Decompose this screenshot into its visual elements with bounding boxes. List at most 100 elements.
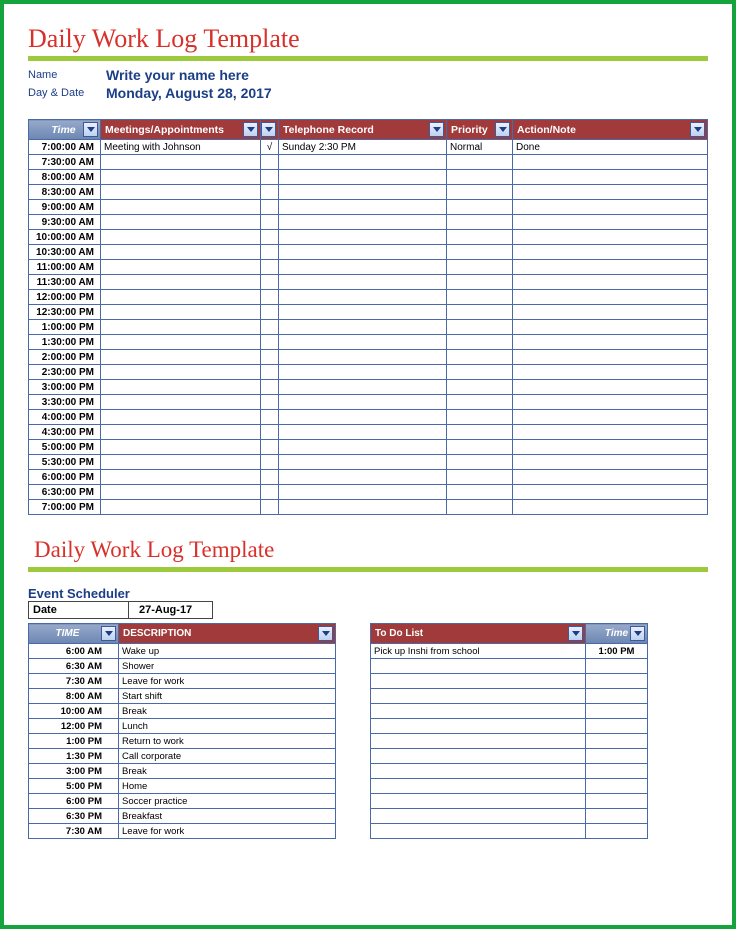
- cell-priority[interactable]: [447, 200, 513, 215]
- cell-time[interactable]: 3:30:00 PM: [29, 395, 101, 410]
- cell-time[interactable]: 8:00 AM: [29, 689, 119, 704]
- cell-priority[interactable]: [447, 470, 513, 485]
- cell-telephone[interactable]: [279, 380, 447, 395]
- cell-x[interactable]: [261, 500, 279, 515]
- cell-desc[interactable]: Shower: [119, 659, 336, 674]
- cell-time[interactable]: 2:00:00 PM: [29, 350, 101, 365]
- cell-item[interactable]: [371, 809, 586, 824]
- cell-time[interactable]: [586, 659, 648, 674]
- cell-time[interactable]: 7:00:00 PM: [29, 500, 101, 515]
- cell-meeting[interactable]: [101, 335, 261, 350]
- cell-time[interactable]: 8:30:00 AM: [29, 185, 101, 200]
- cell-action[interactable]: [513, 350, 708, 365]
- cell-item[interactable]: [371, 719, 586, 734]
- cell-telephone[interactable]: [279, 200, 447, 215]
- cell-x[interactable]: [261, 395, 279, 410]
- cell-action[interactable]: [513, 395, 708, 410]
- cell-meeting[interactable]: [101, 380, 261, 395]
- cell-telephone[interactable]: [279, 335, 447, 350]
- cell-action[interactable]: [513, 380, 708, 395]
- cell-desc[interactable]: Start shift: [119, 689, 336, 704]
- cell-telephone[interactable]: [279, 185, 447, 200]
- cell-priority[interactable]: [447, 410, 513, 425]
- cell-telephone[interactable]: Sunday 2:30 PM: [279, 140, 447, 155]
- cell-action[interactable]: [513, 185, 708, 200]
- col-meetings[interactable]: Meetings/Appointments: [101, 120, 261, 140]
- cell-action[interactable]: [513, 245, 708, 260]
- cell-action[interactable]: [513, 335, 708, 350]
- cell-priority[interactable]: [447, 335, 513, 350]
- cell-telephone[interactable]: [279, 470, 447, 485]
- cell-action[interactable]: [513, 500, 708, 515]
- cell-time[interactable]: 5:00 PM: [29, 779, 119, 794]
- cell-item[interactable]: Pick up Inshi from school: [371, 644, 586, 659]
- cell-time[interactable]: 12:00 PM: [29, 719, 119, 734]
- cell-desc[interactable]: Wake up: [119, 644, 336, 659]
- cell-time[interactable]: 6:00:00 PM: [29, 470, 101, 485]
- cell-action[interactable]: [513, 215, 708, 230]
- cell-meeting[interactable]: [101, 485, 261, 500]
- cell-meeting[interactable]: [101, 305, 261, 320]
- cell-priority[interactable]: [447, 275, 513, 290]
- cell-telephone[interactable]: [279, 275, 447, 290]
- cell-action[interactable]: [513, 455, 708, 470]
- sched-col-time[interactable]: TIME: [29, 624, 119, 644]
- cell-action[interactable]: [513, 275, 708, 290]
- cell-time[interactable]: [586, 749, 648, 764]
- cell-action[interactable]: [513, 470, 708, 485]
- dropdown-icon[interactable]: [690, 122, 705, 137]
- cell-meeting[interactable]: [101, 185, 261, 200]
- cell-action[interactable]: [513, 170, 708, 185]
- cell-time[interactable]: 6:30 PM: [29, 809, 119, 824]
- dropdown-icon[interactable]: [630, 626, 645, 641]
- cell-item[interactable]: [371, 704, 586, 719]
- cell-priority[interactable]: [447, 365, 513, 380]
- cell-priority[interactable]: [447, 215, 513, 230]
- cell-time[interactable]: 4:00:00 PM: [29, 410, 101, 425]
- cell-time[interactable]: [586, 764, 648, 779]
- cell-x[interactable]: [261, 305, 279, 320]
- cell-desc[interactable]: Soccer practice: [119, 794, 336, 809]
- cell-telephone[interactable]: [279, 485, 447, 500]
- dropdown-icon[interactable]: [243, 122, 258, 137]
- cell-telephone[interactable]: [279, 365, 447, 380]
- cell-meeting[interactable]: [101, 260, 261, 275]
- cell-meeting[interactable]: [101, 245, 261, 260]
- cell-action[interactable]: Done: [513, 140, 708, 155]
- dropdown-icon[interactable]: [495, 122, 510, 137]
- cell-time[interactable]: [586, 719, 648, 734]
- cell-action[interactable]: [513, 200, 708, 215]
- name-value[interactable]: Write your name here: [106, 67, 249, 83]
- dropdown-icon[interactable]: [101, 626, 116, 641]
- cell-desc[interactable]: Return to work: [119, 734, 336, 749]
- cell-time[interactable]: 1:00 PM: [586, 644, 648, 659]
- cell-priority[interactable]: [447, 485, 513, 500]
- cell-meeting[interactable]: [101, 500, 261, 515]
- cell-x[interactable]: [261, 350, 279, 365]
- cell-telephone[interactable]: [279, 305, 447, 320]
- cell-meeting[interactable]: [101, 470, 261, 485]
- cell-action[interactable]: [513, 320, 708, 335]
- cell-time[interactable]: [586, 704, 648, 719]
- cell-meeting[interactable]: [101, 275, 261, 290]
- col-telephone[interactable]: Telephone Record: [279, 120, 447, 140]
- cell-time[interactable]: 5:30:00 PM: [29, 455, 101, 470]
- cell-meeting[interactable]: [101, 425, 261, 440]
- cell-item[interactable]: [371, 674, 586, 689]
- cell-meeting[interactable]: [101, 170, 261, 185]
- cell-time[interactable]: 3:00 PM: [29, 764, 119, 779]
- cell-priority[interactable]: [447, 290, 513, 305]
- cell-desc[interactable]: Breakfast: [119, 809, 336, 824]
- col-time[interactable]: Time: [29, 120, 101, 140]
- cell-priority[interactable]: [447, 260, 513, 275]
- cell-action[interactable]: [513, 155, 708, 170]
- cell-time[interactable]: 6:00 PM: [29, 794, 119, 809]
- cell-priority[interactable]: [447, 320, 513, 335]
- cell-time[interactable]: [586, 809, 648, 824]
- cell-x[interactable]: [261, 440, 279, 455]
- dropdown-icon[interactable]: [261, 122, 276, 137]
- cell-telephone[interactable]: [279, 350, 447, 365]
- cell-priority[interactable]: [447, 350, 513, 365]
- cell-x[interactable]: [261, 335, 279, 350]
- cell-telephone[interactable]: [279, 320, 447, 335]
